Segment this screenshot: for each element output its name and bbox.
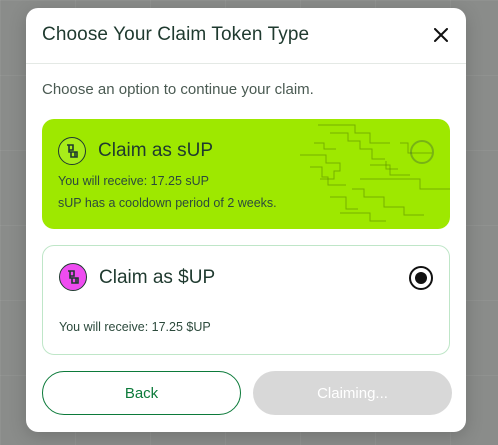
modal-title: Choose Your Claim Token Type xyxy=(42,24,310,45)
claim-token-modal: Choose Your Claim Token Type Choose an o… xyxy=(26,8,466,432)
claiming-button[interactable]: Claiming... xyxy=(253,371,452,415)
token-logo-glyph xyxy=(67,144,78,158)
modal-header: Choose Your Claim Token Type xyxy=(26,8,466,64)
radio-selected[interactable] xyxy=(409,266,433,290)
radio-dot xyxy=(415,272,427,284)
circuit-pattern-decoration xyxy=(300,124,450,222)
option-cooldown-text: sUP has a cooldown period of 2 weeks. xyxy=(58,196,277,210)
option-title: Claim as sUP xyxy=(98,140,214,161)
option-receive-text: You will receive: 17.25 sUP xyxy=(58,174,210,188)
radio-unselected[interactable] xyxy=(410,140,434,164)
token-logo-glyph xyxy=(68,270,79,284)
token-logo-icon xyxy=(59,263,87,291)
modal-subtitle: Choose an option to continue your claim. xyxy=(42,81,314,98)
token-logo-icon xyxy=(58,137,86,165)
back-button[interactable]: Back xyxy=(42,371,241,415)
close-icon xyxy=(434,28,448,42)
option-title: Claim as $UP xyxy=(99,267,216,288)
option-claim-sup[interactable]: Claim as sUP You will receive: 17.25 sUP… xyxy=(42,119,450,229)
close-button[interactable] xyxy=(430,24,452,46)
option-receive-text: You will receive: 17.25 $UP xyxy=(59,320,211,334)
option-claim-dollar-up[interactable]: Claim as $UP You will receive: 17.25 $UP xyxy=(42,245,450,355)
